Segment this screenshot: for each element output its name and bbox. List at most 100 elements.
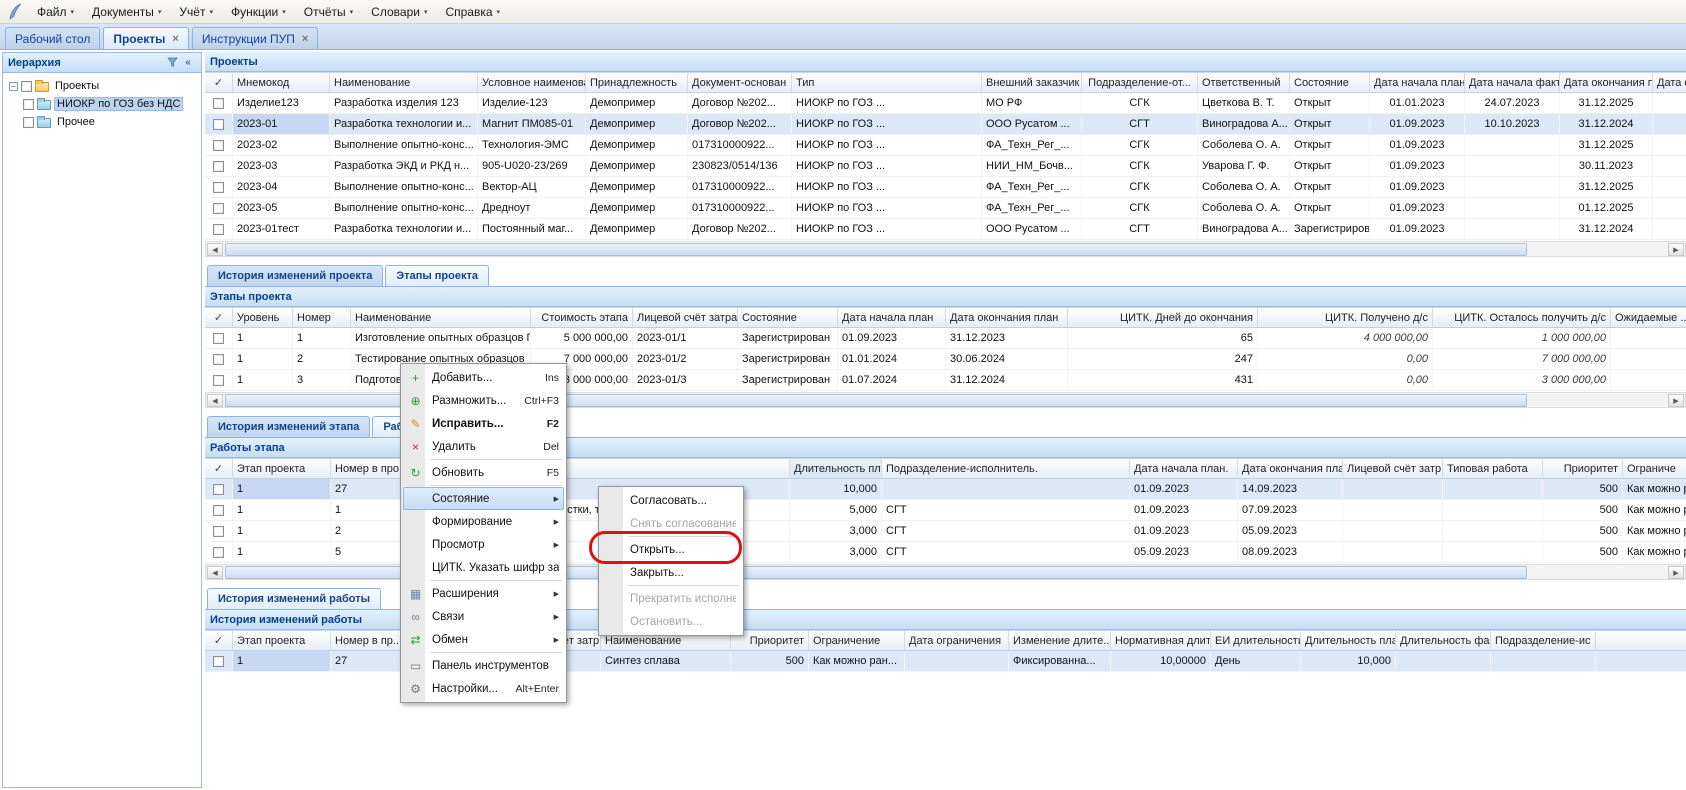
- row-checkbox[interactable]: [213, 119, 224, 130]
- column-header[interactable]: Длительность пла: [1301, 631, 1396, 650]
- column-header[interactable]: Дата ограничения: [905, 631, 1009, 650]
- row-checkbox[interactable]: [213, 526, 224, 537]
- column-header[interactable]: ✓: [205, 631, 233, 650]
- column-header[interactable]: Изменение длите...: [1009, 631, 1111, 650]
- column-header[interactable]: Принадлежность: [586, 73, 688, 92]
- window-tab[interactable]: Рабочий стол: [5, 27, 100, 49]
- tab-close-icon[interactable]: ×: [172, 34, 178, 44]
- row-checkbox[interactable]: [213, 505, 224, 516]
- section-tab[interactable]: История изменений этапа: [207, 416, 370, 437]
- menu-item[interactable]: Открыть...: [601, 538, 741, 561]
- section-tab[interactable]: Этапы проекта: [385, 265, 489, 286]
- column-header[interactable]: Ограничение: [809, 631, 905, 650]
- menu-item[interactable]: Согласовать...: [601, 489, 741, 512]
- column-header[interactable]: Внешний заказчик: [982, 73, 1082, 92]
- column-header[interactable]: Дата начала план: [838, 308, 946, 327]
- row-checkbox[interactable]: [213, 375, 224, 386]
- column-header[interactable]: ЦИТК. Получено д/с: [1258, 308, 1433, 327]
- row-checkbox[interactable]: [213, 203, 224, 214]
- column-header[interactable]: Наименование: [330, 73, 478, 92]
- row-checkbox[interactable]: [213, 140, 224, 151]
- column-header[interactable]: Дата окончания план: [946, 308, 1068, 327]
- collapse-panel-icon[interactable]: «: [180, 55, 196, 70]
- window-tab[interactable]: Инструкции ПУП×: [192, 27, 318, 49]
- column-header[interactable]: ЦИТК. Дней до окончания: [1068, 308, 1258, 327]
- tree-item[interactable]: −Проекты: [3, 77, 201, 95]
- row-checkbox[interactable]: [213, 333, 224, 344]
- menu-item[interactable]: +Добавить...Ins: [403, 366, 564, 389]
- row-checkbox[interactable]: [213, 656, 224, 667]
- column-header[interactable]: Ответственный: [1198, 73, 1290, 92]
- column-header[interactable]: Длительность фак: [1396, 631, 1491, 650]
- menu-item[interactable]: Формирование▶: [403, 510, 564, 533]
- window-tab[interactable]: Проекты×: [103, 27, 189, 49]
- menu-item[interactable]: ↻ОбновитьF5: [403, 461, 564, 484]
- column-header[interactable]: Дата начала факт.: [1465, 73, 1560, 92]
- menu-item[interactable]: ▦Расширения▶: [403, 582, 564, 605]
- menu-item[interactable]: ∞Связи▶: [403, 605, 564, 628]
- table-row[interactable]: 2023-02Выполнение опытно-конс...Технолог…: [205, 135, 1686, 156]
- tree-checkbox[interactable]: [23, 99, 34, 110]
- menubar-item[interactable]: Документы▾: [83, 2, 170, 22]
- menubar-item[interactable]: Учёт▾: [170, 2, 222, 22]
- column-header[interactable]: Номер: [293, 308, 351, 327]
- scroll-left-icon[interactable]: ◀: [207, 394, 223, 407]
- filter-icon[interactable]: [164, 55, 180, 70]
- column-header[interactable]: Условное наименова:: [478, 73, 586, 92]
- column-header[interactable]: Уровень: [233, 308, 293, 327]
- tree-item[interactable]: НИОКР по ГОЗ без НДС: [3, 95, 201, 113]
- table-row[interactable]: 2023-04Выполнение опытно-конс...Вектор-А…: [205, 177, 1686, 198]
- menubar-item[interactable]: Справка▾: [436, 2, 509, 22]
- column-header[interactable]: Подразделение-исполнитель.: [882, 459, 1130, 478]
- column-header[interactable]: Приоритет: [1543, 459, 1623, 478]
- column-header[interactable]: Дата окончания план: [1238, 459, 1343, 478]
- column-header[interactable]: Дата начала план.: [1130, 459, 1238, 478]
- tab-close-icon[interactable]: ×: [302, 34, 308, 44]
- column-header[interactable]: ЕИ длительности: [1211, 631, 1301, 650]
- column-header[interactable]: Дата окончания ф: [1653, 73, 1686, 92]
- menu-item[interactable]: Просмотр▶: [403, 533, 564, 556]
- table-row[interactable]: 2023-01тестРазработка технологии и...Пос…: [205, 219, 1686, 240]
- menubar-item[interactable]: Функции▾: [222, 2, 295, 22]
- menu-item[interactable]: ▭Панель инструментов: [403, 654, 564, 677]
- table-row[interactable]: 11Изготовление опытных образцов ПМ0...5 …: [205, 328, 1686, 349]
- row-checkbox[interactable]: [213, 484, 224, 495]
- column-header[interactable]: Подразделение-от...: [1082, 73, 1198, 92]
- row-checkbox[interactable]: [213, 224, 224, 235]
- scroll-right-icon[interactable]: ▶: [1668, 566, 1684, 579]
- projects-hscrollbar[interactable]: ◀ ▶: [205, 241, 1686, 257]
- column-header[interactable]: Состояние: [738, 308, 838, 327]
- menu-item[interactable]: Состояние▶: [403, 487, 564, 510]
- row-checkbox[interactable]: [213, 98, 224, 109]
- row-checkbox[interactable]: [213, 161, 224, 172]
- section-tab[interactable]: История изменений работы: [207, 588, 381, 609]
- column-header[interactable]: Этап проекта: [233, 459, 331, 478]
- column-header[interactable]: Типовая работа: [1443, 459, 1543, 478]
- scroll-left-icon[interactable]: ◀: [207, 566, 223, 579]
- menubar-item[interactable]: Словари▾: [362, 2, 436, 22]
- menu-item[interactable]: ✎Исправить...F2: [403, 412, 564, 435]
- column-header[interactable]: Ограниче: [1623, 459, 1686, 478]
- column-header[interactable]: ✓: [205, 73, 233, 92]
- column-header[interactable]: Лицевой счёт затрат: [633, 308, 738, 327]
- table-row[interactable]: 2023-01Разработка технологии и...Магнит …: [205, 114, 1686, 135]
- column-header[interactable]: Лицевой счёт затр: [1343, 459, 1443, 478]
- scroll-right-icon[interactable]: ▶: [1668, 394, 1684, 407]
- menubar-item[interactable]: Файл▾: [28, 2, 83, 22]
- column-header[interactable]: Дата начала план.: [1370, 73, 1465, 92]
- table-row[interactable]: 2023-03Разработка ЭКД и РКД н...905-U020…: [205, 156, 1686, 177]
- column-header[interactable]: Нормативная длит: [1111, 631, 1211, 650]
- column-header[interactable]: ✓: [205, 308, 233, 327]
- menu-item[interactable]: ⚙Настройки...Alt+Enter: [403, 677, 564, 700]
- column-header[interactable]: [1596, 631, 1686, 650]
- column-header[interactable]: ЦИТК. Осталось получить д/с: [1433, 308, 1611, 327]
- column-header[interactable]: Мнемокод: [233, 73, 330, 92]
- menubar-item[interactable]: Отчёты▾: [295, 2, 362, 22]
- column-header[interactable]: Номер в пр...: [331, 631, 411, 650]
- column-header[interactable]: Подразделение-ис: [1491, 631, 1596, 650]
- scroll-thumb[interactable]: [225, 243, 1527, 256]
- column-header[interactable]: ✓: [205, 459, 233, 478]
- column-header[interactable]: Этап проекта: [233, 631, 331, 650]
- row-checkbox[interactable]: [213, 547, 224, 558]
- table-row[interactable]: 2023-05Выполнение опытно-конс...Дредноут…: [205, 198, 1686, 219]
